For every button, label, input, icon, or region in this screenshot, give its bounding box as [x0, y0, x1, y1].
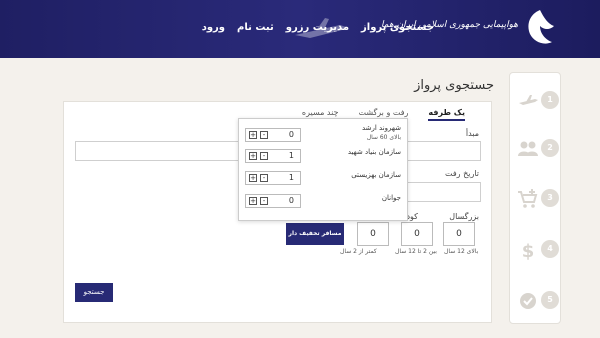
- welfare-org-stepper: + - 1: [245, 171, 301, 185]
- stepper-value: 0: [288, 130, 294, 139]
- infant-age-note: کمتر از 2 سال: [340, 248, 377, 255]
- welfare-org-label: سازمان بهزیستی: [351, 171, 401, 179]
- tab-one-way[interactable]: یک طرفه: [428, 108, 465, 121]
- martyr-foundation-stepper: + - 1: [245, 149, 301, 163]
- adult-count-input[interactable]: 0: [443, 222, 475, 246]
- page-title: جستجوی پرواز: [414, 78, 494, 93]
- svg-text:$: $: [522, 241, 535, 260]
- nav-login[interactable]: ورود: [202, 22, 225, 33]
- plus-button[interactable]: +: [249, 152, 257, 160]
- step-number: 2: [541, 139, 559, 157]
- popup-row-senior: شهروند ارشد بالای 60 سال + - 0: [239, 124, 409, 144]
- iran-air-logo[interactable]: هواپیمایی جمهوری اسلامی ایران هما: [381, 6, 560, 50]
- minus-button[interactable]: -: [260, 152, 268, 160]
- step-5: 5: [510, 289, 562, 313]
- popup-row-youth: جوانان + - 0: [239, 192, 409, 212]
- nav-register[interactable]: ثبت نام: [237, 22, 274, 33]
- discount-passenger-popup: شهروند ارشد بالای 60 سال + - 0 سازمان بن…: [238, 118, 408, 221]
- youth-label: جوانان: [381, 194, 401, 202]
- step-number: 5: [541, 291, 559, 309]
- youth-stepper: + - 0: [245, 194, 301, 208]
- passengers-icon: [518, 141, 538, 156]
- logo-text: هواپیمایی جمهوری اسلامی ایران هما: [381, 20, 518, 30]
- adult-label: بزرگسال: [449, 212, 479, 221]
- step-2: 2: [510, 137, 562, 161]
- step-number: 4: [541, 240, 559, 258]
- step-3: 3: [510, 187, 562, 211]
- child-count-input[interactable]: 0: [401, 222, 433, 246]
- minus-button[interactable]: -: [260, 131, 268, 139]
- adult-age-note: بالای 12 سال: [444, 248, 479, 255]
- search-button[interactable]: جستجو: [75, 283, 113, 302]
- top-header: جستجوی پرواز مدیریت رزرو ثبت نام ورود هو…: [0, 0, 600, 58]
- popup-row-martyr-foundation: سازمان بنیاد شهید + - 1: [239, 146, 409, 166]
- origin-label: مبدأ: [465, 129, 479, 138]
- departure-date-label: تاریخ رفت: [444, 169, 479, 178]
- step-4: $ 4: [510, 238, 562, 262]
- nav-manage-booking[interactable]: مدیریت رزرو: [286, 22, 349, 33]
- minus-button[interactable]: -: [260, 174, 268, 182]
- dollar-icon: $: [522, 241, 535, 260]
- stepper-value: 1: [288, 151, 294, 160]
- step-number: 1: [541, 91, 559, 109]
- step-1: 1: [510, 89, 562, 113]
- plus-button[interactable]: +: [249, 197, 257, 205]
- senior-sublabel: بالای 60 سال: [366, 134, 401, 141]
- stepper-value: 1: [288, 173, 294, 182]
- departure-date-input[interactable]: [398, 182, 481, 202]
- discount-passenger-button[interactable]: مسافر تخفیف دار: [286, 223, 344, 245]
- popup-row-welfare-org: سازمان بهزیستی + - 1: [239, 169, 409, 189]
- check-icon: [520, 293, 536, 309]
- booking-steps-sidebar: 1 2 3 $ 4 5: [509, 72, 561, 324]
- infant-count-input[interactable]: 0: [357, 222, 389, 246]
- martyr-foundation-label: سازمان بنیاد شهید: [347, 148, 401, 156]
- child-age-note: بین 2 تا 12 سال: [395, 248, 437, 255]
- homa-logo-icon: [528, 10, 554, 44]
- airplane-icon: [519, 95, 538, 105]
- cart-add-icon: [518, 189, 538, 208]
- step-number: 3: [541, 189, 559, 207]
- senior-label: شهروند ارشد: [361, 124, 401, 132]
- minus-button[interactable]: -: [260, 197, 268, 205]
- plus-button[interactable]: +: [249, 174, 257, 182]
- stepper-value: 0: [288, 196, 294, 205]
- plus-button[interactable]: +: [249, 131, 257, 139]
- senior-stepper: + - 0: [245, 128, 301, 142]
